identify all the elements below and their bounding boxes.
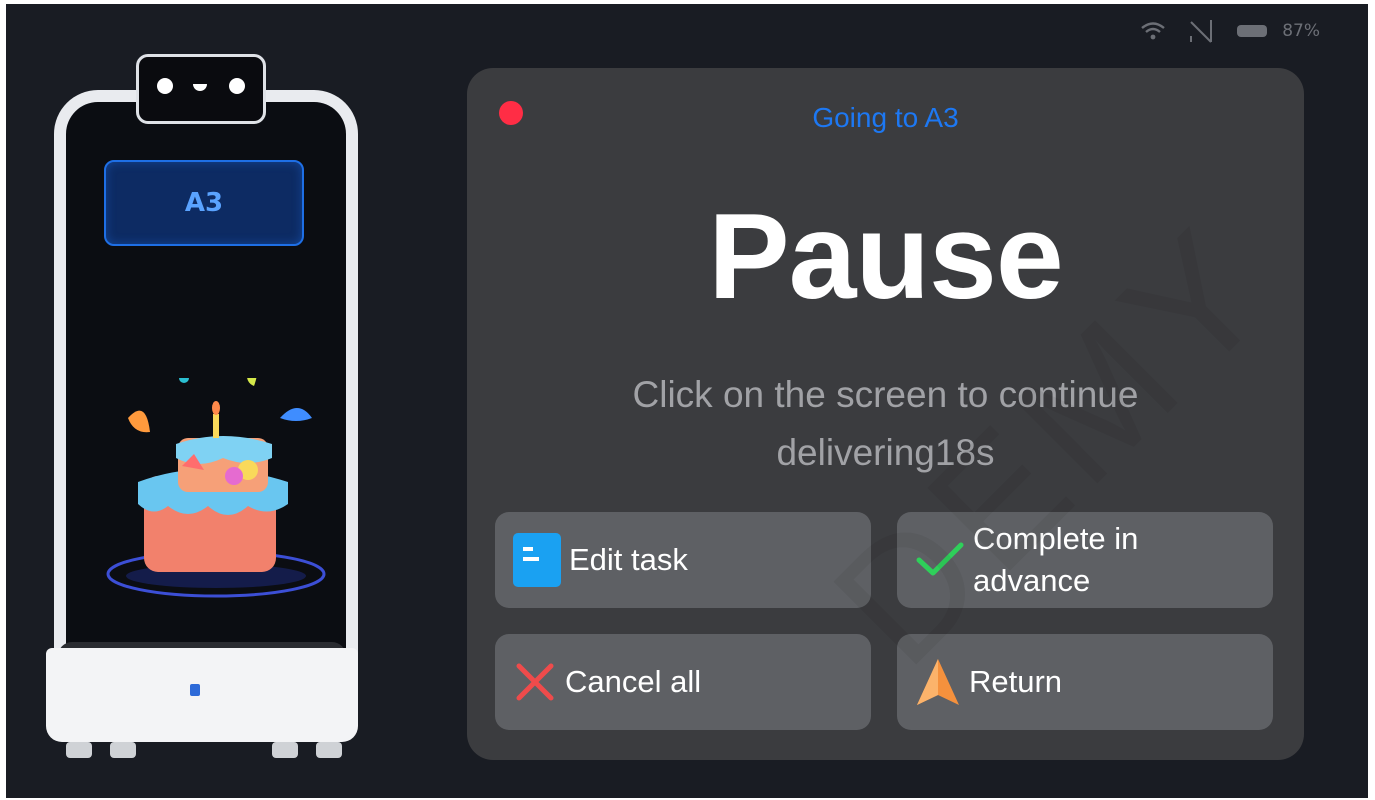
robot-wheel <box>66 742 92 758</box>
edit-task-button[interactable]: Edit task <box>495 512 871 608</box>
pause-title: Pause <box>708 188 1063 324</box>
robot-mouth <box>193 84 207 91</box>
battery-percent: 87% <box>1282 21 1320 41</box>
robot-head <box>136 54 266 124</box>
robot-base <box>46 648 358 742</box>
return-label: Return <box>969 664 1063 699</box>
continue-hint: Click on the screen to continue deliveri… <box>632 374 1139 473</box>
edit-task-label: Edit task <box>569 542 688 577</box>
robot-wheel <box>110 742 136 758</box>
return-button[interactable]: Return <box>897 634 1273 730</box>
robot-illustration: A3 <box>36 48 386 768</box>
cancel-all-label: Cancel all <box>565 664 702 699</box>
pause-dialog[interactable]: Going to A3 Pause Click on the screen to… <box>467 68 1304 760</box>
no-signal-icon <box>1188 18 1214 44</box>
close-icon <box>513 660 557 704</box>
check-icon <box>915 540 965 580</box>
cancel-all-button[interactable]: Cancel all <box>495 634 871 730</box>
destination-title: Going to A3 <box>812 102 959 133</box>
task-list-icon <box>513 533 561 587</box>
robot-screen[interactable]: 87% A3 Going to A3 Pause Click on the sc… <box>6 4 1368 798</box>
robot-wheel <box>272 742 298 758</box>
navigation-arrow-icon <box>915 657 961 707</box>
robot-wheel <box>316 742 342 758</box>
robot-logo <box>190 684 200 696</box>
cake-icon <box>106 378 326 598</box>
wifi-icon <box>1140 21 1166 41</box>
robot-left-eye <box>157 78 173 94</box>
robot-right-eye <box>229 78 245 94</box>
battery-icon <box>1236 23 1270 39</box>
complete-in-advance-label: Complete in advance <box>973 521 1139 598</box>
robot-destination-display: A3 <box>104 160 304 246</box>
status-bar: 87% <box>1140 18 1320 44</box>
complete-in-advance-button[interactable]: Complete in advance <box>897 512 1273 608</box>
